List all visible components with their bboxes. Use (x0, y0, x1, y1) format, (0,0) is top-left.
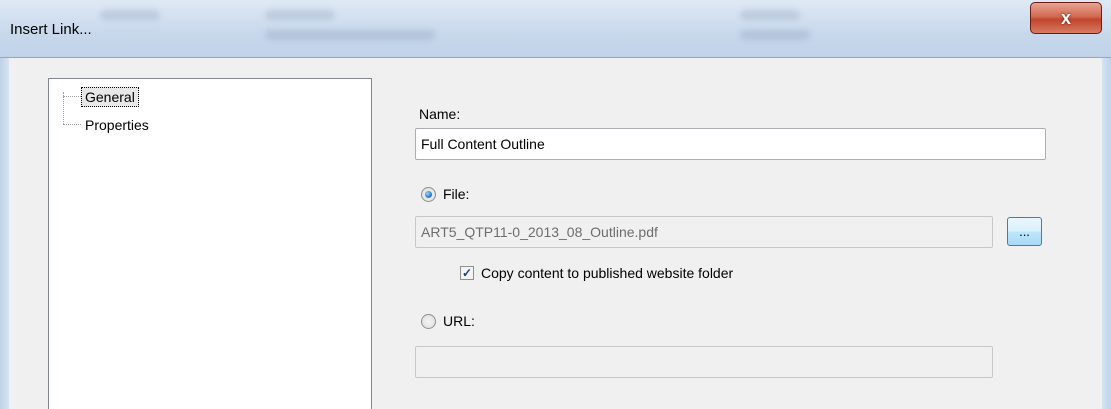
url-option-label: URL: (443, 313, 475, 329)
name-label: Name: (419, 106, 461, 122)
copy-content-label: Copy content to published website folder (481, 265, 734, 281)
url-input[interactable] (415, 346, 993, 378)
title-bar: Insert Link... x (0, 0, 1111, 58)
window-title: Insert Link... (10, 21, 92, 38)
background-blur (100, 10, 160, 20)
background-blur (265, 30, 435, 40)
background-blur (740, 10, 800, 20)
window-border-right (1102, 58, 1111, 409)
copy-content-checkbox[interactable]: ✓ (460, 266, 474, 280)
file-path-input[interactable]: ART5_QTP11-0_2013_08_Outline.pdf (415, 216, 993, 248)
checkmark-icon: ✓ (461, 266, 473, 280)
radio-dot-icon (425, 191, 432, 198)
window-border-left (0, 58, 9, 409)
tree-item-general[interactable]: General (81, 87, 139, 107)
name-input[interactable]: Full Content Outline (415, 128, 1046, 160)
close-button[interactable]: x (1030, 2, 1102, 34)
url-radio[interactable] (421, 314, 436, 329)
tree-item-properties[interactable]: Properties (85, 117, 149, 133)
browse-button[interactable]: ... (1007, 217, 1042, 246)
background-blur (740, 30, 810, 40)
file-option-label: File: (443, 186, 470, 202)
close-icon: x (1060, 7, 1071, 28)
tree-connector (63, 124, 81, 125)
background-blur (265, 10, 335, 20)
file-radio[interactable] (421, 187, 436, 202)
tree-connector (63, 96, 81, 97)
